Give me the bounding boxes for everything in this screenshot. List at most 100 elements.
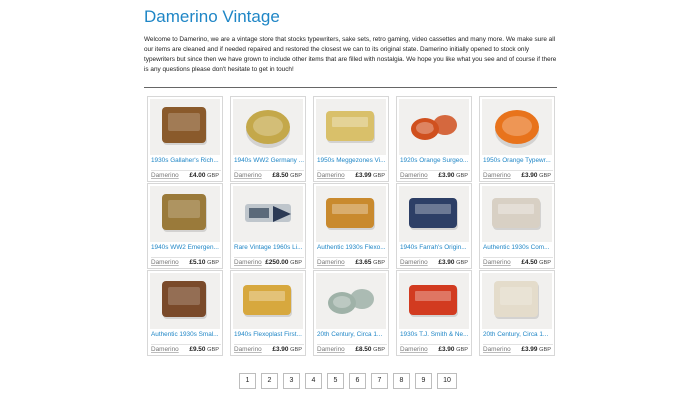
- seller-link[interactable]: Damerino: [483, 172, 511, 180]
- product-meta: Damerino £3.99 GBP: [317, 170, 387, 181]
- product-meta: Damerino £3.90 GBP: [400, 344, 470, 355]
- product-card[interactable]: Authentic 1930s Flexo... Damerino £3.65 GB…: [313, 183, 389, 269]
- product-image[interactable]: [399, 186, 469, 242]
- product-price: £8.50 GBP: [355, 346, 385, 354]
- product-image[interactable]: [482, 273, 552, 329]
- product-card[interactable]: 1930s T.J. Smith & Ne... Damerino £3.90 GB…: [396, 270, 472, 356]
- product-price: £3.90 GBP: [438, 259, 468, 267]
- product-card[interactable]: 1940s WW2 Germany ... Damerino £8.50 GBP: [230, 96, 306, 182]
- product-card[interactable]: 20th Century, Circa 1... Damerino £8.50 GB…: [313, 270, 389, 356]
- product-card[interactable]: 1950s Orange Typewr... Damerino £3.90 GBP: [479, 96, 555, 182]
- product-title[interactable]: 1950s Orange Typewr...: [483, 157, 554, 165]
- price-currency: GBP: [456, 173, 468, 179]
- page-3-button[interactable]: 3: [283, 373, 300, 389]
- product-image[interactable]: [233, 99, 303, 155]
- price-currency: GBP: [290, 173, 302, 179]
- product-image[interactable]: [399, 273, 469, 329]
- product-meta: Damerino £3.90 GBP: [483, 170, 553, 181]
- seller-link[interactable]: Damerino: [234, 172, 262, 180]
- product-price: £8.50 GBP: [272, 172, 302, 180]
- product-image[interactable]: [150, 186, 220, 242]
- page-10-button[interactable]: 10: [437, 373, 457, 389]
- product-title[interactable]: 1940s Flexoplast First...: [234, 331, 305, 339]
- product-card[interactable]: 1930s Gallaher's Rich... Damerino £4.00 GB…: [147, 96, 223, 182]
- product-image[interactable]: [316, 99, 386, 155]
- product-title[interactable]: 1950s Meggezones Vi...: [317, 157, 388, 165]
- product-image[interactable]: [316, 186, 386, 242]
- page-9-button[interactable]: 9: [415, 373, 432, 389]
- seller-link[interactable]: Damerino: [483, 346, 511, 354]
- product-image[interactable]: [150, 99, 220, 155]
- price-amount: £250.00: [265, 259, 289, 266]
- product-title[interactable]: 1940s WW2 Emergen...: [151, 244, 222, 252]
- product-title[interactable]: Authentic 1930s Smal...: [151, 331, 222, 339]
- product-image[interactable]: [233, 186, 303, 242]
- product-title[interactable]: 20th Century, Circa 1...: [317, 331, 388, 339]
- product-meta: Damerino £3.90 GBP: [234, 344, 304, 355]
- product-card[interactable]: 1940s Farrah's Origin... Damerino £3.90 GB…: [396, 183, 472, 269]
- product-card[interactable]: 20th Century, Circa 1... Damerino £3.99 GB…: [479, 270, 555, 356]
- product-image[interactable]: [150, 273, 220, 329]
- page-8-button[interactable]: 8: [393, 373, 410, 389]
- product-image[interactable]: [482, 99, 552, 155]
- product-image[interactable]: [482, 186, 552, 242]
- price-currency: GBP: [373, 347, 385, 353]
- product-image[interactable]: [316, 273, 386, 329]
- seller-link[interactable]: Damerino: [151, 346, 179, 354]
- price-amount: £9.50: [189, 346, 206, 353]
- seller-link[interactable]: Damerino: [400, 346, 428, 354]
- seller-link[interactable]: Damerino: [400, 259, 428, 267]
- product-title[interactable]: Authentic 1930s Com...: [483, 244, 554, 252]
- product-meta: Damerino £3.99 GBP: [483, 344, 553, 355]
- product-meta: Damerino £3.65 GBP: [317, 257, 387, 268]
- product-title[interactable]: 20th Century, Circa 1...: [483, 331, 554, 339]
- page-7-button[interactable]: 7: [371, 373, 388, 389]
- price-amount: £3.90: [438, 346, 455, 353]
- product-card[interactable]: 1940s WW2 Emergen... Damerino £5.10 GBP: [147, 183, 223, 269]
- page-2-button[interactable]: 2: [261, 373, 278, 389]
- seller-link[interactable]: Damerino: [234, 346, 262, 354]
- price-currency: GBP: [207, 260, 219, 266]
- product-title[interactable]: 1940s WW2 Germany ...: [234, 157, 305, 165]
- price-currency: GBP: [539, 260, 551, 266]
- page-5-button[interactable]: 5: [327, 373, 344, 389]
- page-4-button[interactable]: 4: [305, 373, 322, 389]
- product-title[interactable]: 1930s T.J. Smith & Ne...: [400, 331, 471, 339]
- seller-link[interactable]: Damerino: [151, 259, 179, 267]
- product-card[interactable]: Authentic 1930s Com... Damerino £4.50 GBP: [479, 183, 555, 269]
- price-currency: GBP: [456, 260, 468, 266]
- product-title[interactable]: 1920s Orange Surgeo...: [400, 157, 471, 165]
- page-1-button[interactable]: 1: [239, 373, 256, 389]
- seller-link[interactable]: Damerino: [317, 259, 345, 267]
- price-amount: £3.99: [355, 172, 372, 179]
- seller-link[interactable]: Damerino: [317, 172, 345, 180]
- product-image[interactable]: [233, 273, 303, 329]
- seller-link[interactable]: Damerino: [483, 259, 511, 267]
- seller-link[interactable]: Damerino: [317, 346, 345, 354]
- product-card[interactable]: Authentic 1930s Smal... Damerino £9.50 GBP: [147, 270, 223, 356]
- page-6-button[interactable]: 6: [349, 373, 366, 389]
- product-price: £4.50 GBP: [521, 259, 551, 267]
- price-currency: GBP: [290, 347, 302, 353]
- product-card[interactable]: Rare Vintage 1960s Li... Damerino £250.00 …: [230, 183, 306, 269]
- seller-link[interactable]: Damerino: [151, 172, 179, 180]
- product-title[interactable]: Authentic 1930s Flexo...: [317, 244, 388, 252]
- product-card[interactable]: 1950s Meggezones Vi... Damerino £3.99 GBP: [313, 96, 389, 182]
- product-price: £3.65 GBP: [355, 259, 385, 267]
- seller-link[interactable]: Damerino: [234, 259, 262, 267]
- divider: [144, 87, 557, 88]
- product-title[interactable]: 1930s Gallaher's Rich...: [151, 157, 222, 165]
- product-meta: Damerino £5.10 GBP: [151, 257, 221, 268]
- product-meta: Damerino £3.90 GBP: [400, 257, 470, 268]
- price-currency: GBP: [207, 347, 219, 353]
- product-card[interactable]: 1940s Flexoplast First... Damerino £3.90 G…: [230, 270, 306, 356]
- product-title[interactable]: Rare Vintage 1960s Li...: [234, 244, 305, 252]
- product-price: £3.90 GBP: [438, 346, 468, 354]
- product-image[interactable]: [399, 99, 469, 155]
- product-meta: Damerino £3.90 GBP: [400, 170, 470, 181]
- product-card[interactable]: 1920s Orange Surgeo... Damerino £3.90 GBP: [396, 96, 472, 182]
- price-amount: £8.50: [272, 172, 289, 179]
- price-amount: £3.90: [438, 259, 455, 266]
- product-title[interactable]: 1940s Farrah's Origin...: [400, 244, 471, 252]
- seller-link[interactable]: Damerino: [400, 172, 428, 180]
